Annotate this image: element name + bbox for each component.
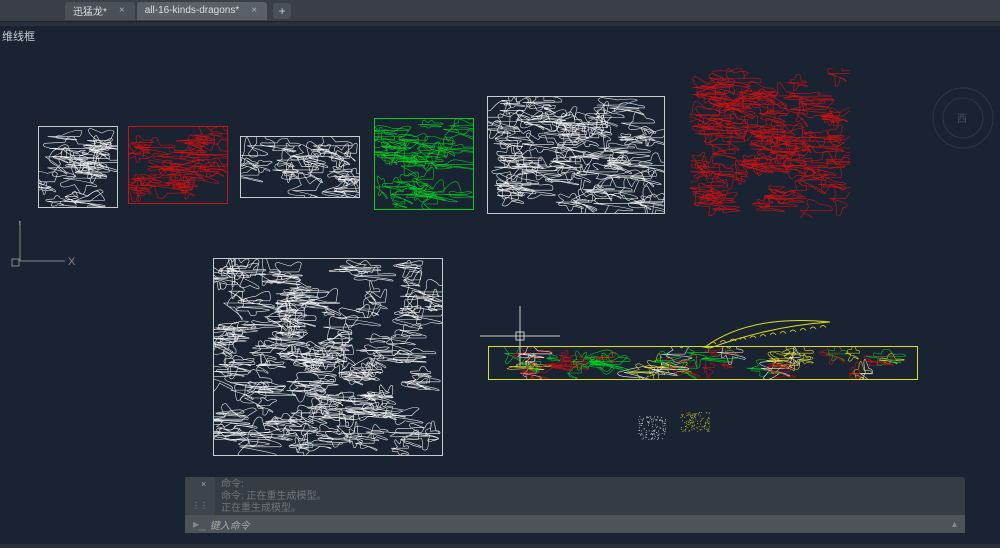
new-tab-button[interactable]: + [273,3,291,19]
panel-5[interactable] [487,96,665,214]
ucs-x-label: X [68,256,76,268]
panel-2[interactable] [128,126,228,204]
dot-cluster [680,412,710,432]
ucs-y-label: Y [16,221,24,228]
horn-part [700,312,840,352]
tab-file-1[interactable]: 迅猛龙* × [65,2,135,20]
command-recent-icon[interactable]: ▴ [948,519,961,530]
viewcube-face: 西 [957,114,967,125]
command-prompt-icon: ▸_ [193,517,206,531]
panel-4[interactable] [374,118,474,210]
ucs-icon: X Y [10,221,80,291]
panel-1[interactable] [38,126,118,208]
panel-3[interactable] [240,136,360,198]
command-history: 命令: 命令: 正在重生成模型。 正在重生成模型。 [185,477,965,517]
panel-7[interactable] [213,258,443,456]
dot-cluster [638,416,666,440]
drawing-canvas[interactable]: 维线框 X Y 西 ⋮⋮ × 命令: 命令: 正在重生成模型。 正在重生成模型。 [0,26,1000,548]
status-border [0,544,1000,548]
panel-6[interactable] [690,68,850,218]
tab-label: all-16-kinds-dragons* [145,5,240,16]
close-icon[interactable]: × [249,5,259,16]
command-window[interactable]: ⋮⋮ × 命令: 命令: 正在重生成模型。 正在重生成模型。 ▸_ 键入命令 ▴ [185,477,965,533]
viewcube[interactable]: 西 [931,86,996,151]
tab-bar: 迅猛龙* × all-16-kinds-dragons* × + [0,0,1000,22]
tab-label: 迅猛龙* [73,3,107,18]
tab-file-2[interactable]: all-16-kinds-dragons* × [137,2,267,20]
visual-style-label[interactable]: 维线框 [2,28,35,44]
close-icon[interactable]: × [117,5,127,16]
command-input[interactable]: 键入命令 [210,517,948,532]
command-input-row[interactable]: ▸_ 键入命令 ▴ [185,515,965,533]
